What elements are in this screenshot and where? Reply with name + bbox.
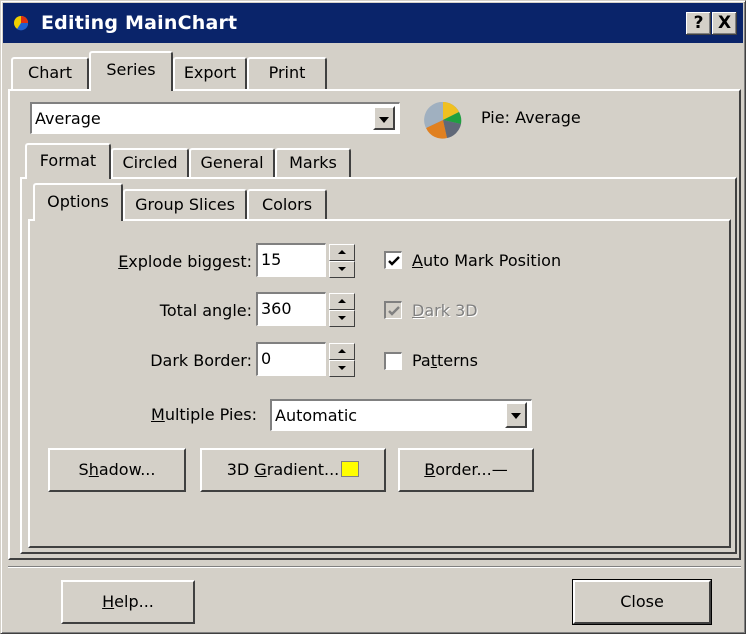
- teechart-icon: [14, 16, 29, 31]
- patterns-checkbox[interactable]: [384, 352, 402, 370]
- tab-chart[interactable]: Chart: [11, 57, 89, 89]
- spin-down-icon[interactable]: [329, 360, 355, 377]
- tab-colors[interactable]: Colors: [247, 189, 327, 220]
- auto-mark-position-checkbox[interactable]: [384, 251, 402, 269]
- close-icon[interactable]: X: [712, 12, 737, 35]
- series-dropdown-button[interactable]: [373, 106, 395, 130]
- tab-marks[interactable]: Marks: [275, 148, 351, 178]
- help-button[interactable]: Help...: [61, 580, 195, 624]
- pie-icon: [424, 101, 462, 139]
- series-select[interactable]: Average: [30, 102, 400, 134]
- shadow-button[interactable]: Shadow...: [48, 448, 186, 492]
- total-angle-input[interactable]: 360: [256, 292, 326, 326]
- tab-circled[interactable]: Circled: [111, 148, 189, 178]
- multiple-pies-label: Multiple Pies:: [151, 405, 257, 424]
- multiple-pies-dropdown-button[interactable]: [505, 402, 527, 428]
- dark-3d-checkbox[interactable]: [384, 301, 402, 319]
- patterns-label: Patterns: [412, 351, 478, 370]
- dark-border-label: Dark Border:: [150, 351, 252, 370]
- 3d-gradient-button[interactable]: 3D Gradient...: [200, 448, 386, 492]
- total-angle-stepper[interactable]: [329, 293, 355, 327]
- multiple-pies-select[interactable]: Automatic: [270, 399, 532, 431]
- gradient-color-swatch: [341, 461, 360, 477]
- close-button[interactable]: Close: [572, 579, 712, 625]
- tab-general[interactable]: General: [189, 148, 275, 178]
- separator: [8, 566, 741, 568]
- explode-biggest-input[interactable]: 15: [256, 243, 326, 277]
- window-title: Editing MainChart: [41, 12, 238, 34]
- explode-biggest-stepper[interactable]: [329, 244, 355, 278]
- tab-format[interactable]: Format: [25, 143, 111, 179]
- dark-3d-label: Dark 3D: [412, 301, 478, 320]
- dark-border-input[interactable]: 0: [256, 342, 326, 376]
- series-type-label: Pie: Average: [481, 108, 581, 127]
- title-bar[interactable]: Editing MainChart ? X: [3, 3, 743, 43]
- tab-options[interactable]: Options: [33, 183, 123, 221]
- spin-up-icon[interactable]: [329, 343, 355, 360]
- tab-export[interactable]: Export: [173, 57, 247, 89]
- border-button[interactable]: Border...—: [398, 448, 534, 492]
- spin-down-icon[interactable]: [329, 261, 355, 278]
- spin-down-icon[interactable]: [329, 310, 355, 327]
- auto-mark-position-label: Auto Mark Position: [412, 251, 562, 270]
- dark-border-stepper[interactable]: [329, 343, 355, 377]
- spin-up-icon[interactable]: [329, 293, 355, 310]
- total-angle-label: Total angle:: [159, 301, 252, 320]
- spin-up-icon[interactable]: [329, 244, 355, 261]
- checkmark-icon: [388, 256, 400, 266]
- tab-series[interactable]: Series: [89, 51, 173, 91]
- tab-print[interactable]: Print: [247, 57, 327, 89]
- help-icon[interactable]: ?: [686, 12, 711, 35]
- checkmark-icon: [388, 306, 400, 316]
- explode-biggest-label: Explode biggest:: [118, 252, 252, 271]
- tab-group-slices[interactable]: Group Slices: [123, 189, 247, 220]
